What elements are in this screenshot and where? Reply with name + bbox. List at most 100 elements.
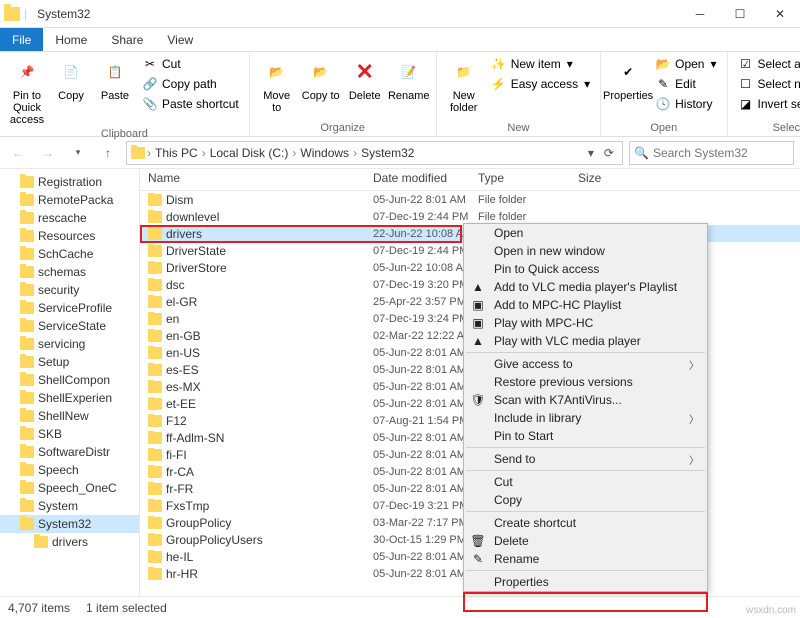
tree-item[interactable]: drivers	[0, 533, 139, 551]
context-item[interactable]: ▲Add to VLC media player's Playlist	[464, 278, 707, 296]
list-header[interactable]: Name Date modified Type Size	[140, 169, 800, 191]
back-button[interactable]: ←	[6, 141, 30, 165]
new-item-button[interactable]: ✨New item▾	[487, 54, 594, 74]
file-date: 05-Jun-22 8:01 AM	[365, 381, 470, 393]
rename-button[interactable]: 📝Rename	[388, 54, 430, 104]
tree-item[interactable]: ShellCompon	[0, 371, 139, 389]
paste-shortcut-button[interactable]: 📎Paste shortcut	[138, 94, 243, 114]
nav-tree[interactable]: RegistrationRemotePackarescache Resources…	[0, 169, 140, 596]
search-box[interactable]: 🔍	[629, 141, 794, 165]
select-none-button[interactable]: ☐Select none	[734, 74, 800, 94]
tree-item[interactable]: Speech	[0, 461, 139, 479]
tree-item[interactable]: servicing	[0, 335, 139, 353]
crumb[interactable]: This PC	[153, 146, 200, 160]
tab-file[interactable]: File	[0, 28, 43, 51]
tree-label: Resources	[38, 229, 95, 243]
close-button[interactable]: ✕	[760, 0, 800, 28]
context-item[interactable]: Send to〉	[464, 450, 707, 468]
context-item[interactable]: Cut	[464, 473, 707, 491]
context-item[interactable]: Restore previous versions	[464, 373, 707, 391]
tree-item[interactable]: SchCache	[0, 245, 139, 263]
tree-item[interactable]: security	[0, 281, 139, 299]
tree-item[interactable]: Setup	[0, 353, 139, 371]
context-item[interactable]: Create shortcut	[464, 514, 707, 532]
copy-path-button[interactable]: 🔗Copy path	[138, 74, 243, 94]
tab-home[interactable]: Home	[43, 28, 99, 51]
context-item[interactable]: ✎Rename	[464, 550, 707, 568]
refresh-button[interactable]: ▾ ⟳	[584, 146, 618, 160]
tree-item[interactable]: ShellExperien	[0, 389, 139, 407]
recent-button[interactable]: ▾	[66, 141, 90, 165]
tree-item[interactable]: System	[0, 497, 139, 515]
context-item[interactable]: 🛡Scan with K7AntiVirus...	[464, 391, 707, 409]
context-item[interactable]: Open in new window	[464, 242, 707, 260]
tree-item[interactable]: Speech_OneC	[0, 479, 139, 497]
context-item[interactable]: ▲Play with VLC media player	[464, 332, 707, 350]
crumb[interactable]: Windows	[298, 146, 351, 160]
up-button[interactable]: ↑	[96, 141, 120, 165]
pin-icon: 📌	[11, 56, 43, 88]
tree-item[interactable]: Registration	[0, 173, 139, 191]
delete-button[interactable]: ✕Delete	[344, 54, 386, 104]
minimize-button[interactable]: ─	[680, 0, 720, 28]
col-date[interactable]: Date modified	[365, 169, 470, 190]
easy-access-button[interactable]: ⚡Easy access▾	[487, 74, 594, 94]
history-button[interactable]: 🕓History	[651, 94, 720, 114]
context-item[interactable]: Pin to Quick access	[464, 260, 707, 278]
crumb[interactable]: Local Disk (C:)	[208, 146, 291, 160]
tree-item[interactable]: ServiceProfile	[0, 299, 139, 317]
properties-button[interactable]: ✔Properties	[607, 54, 649, 104]
folder-icon	[20, 446, 34, 458]
del-icon: 🗑	[470, 533, 486, 549]
cut-button[interactable]: ✂Cut	[138, 54, 243, 74]
file-row[interactable]: Dism05-Jun-22 8:01 AMFile folder	[140, 191, 800, 208]
open-button[interactable]: 📂Open▾	[651, 54, 720, 74]
tab-view[interactable]: View	[155, 28, 205, 51]
tree-item[interactable]: SoftwareDistr	[0, 443, 139, 461]
forward-button[interactable]: →	[36, 141, 60, 165]
history-icon: 🕓	[655, 96, 671, 112]
context-item[interactable]: 🗑Delete	[464, 532, 707, 550]
pin-button[interactable]: 📌 Pin to Quick access	[6, 54, 48, 128]
col-name[interactable]: Name	[140, 169, 365, 190]
move-to-button[interactable]: 📂Move to	[256, 54, 298, 116]
tree-item[interactable]: ShellNew	[0, 407, 139, 425]
search-input[interactable]	[653, 146, 789, 160]
address-bar[interactable]: › This PC› Local Disk (C:)› Windows› Sys…	[126, 141, 623, 165]
folder-icon	[148, 279, 162, 291]
edit-button[interactable]: ✎Edit	[651, 74, 720, 94]
context-item[interactable]: Copy	[464, 491, 707, 509]
copy-button[interactable]: 📄 Copy	[50, 54, 92, 104]
crumb[interactable]: System32	[359, 146, 416, 160]
copy-to-button[interactable]: 📂Copy to	[300, 54, 342, 104]
tree-item[interactable]: RemotePacka	[0, 191, 139, 209]
file-name: DriverState	[166, 244, 226, 258]
tree-label: drivers	[52, 535, 88, 549]
tree-item[interactable]: ServiceState	[0, 317, 139, 335]
context-item[interactable]: Include in library〉	[464, 409, 707, 427]
context-item[interactable]: Give access to〉	[464, 355, 707, 373]
context-item[interactable]: Pin to Start	[464, 427, 707, 445]
context-item[interactable]: Open	[464, 224, 707, 242]
tree-item[interactable]: Resources	[0, 227, 139, 245]
folder-icon	[148, 551, 162, 563]
tree-item[interactable]: rescache	[0, 209, 139, 227]
moveto-icon: 📂	[261, 56, 293, 88]
col-type[interactable]: Type	[470, 169, 570, 190]
file-name: he-IL	[166, 550, 193, 564]
invert-selection-button[interactable]: ◪Invert selection	[734, 94, 800, 114]
maximize-button[interactable]: ☐	[720, 0, 760, 28]
tree-item[interactable]: System32	[0, 515, 139, 533]
cut-icon: ✂	[142, 56, 158, 72]
tree-item[interactable]: SKB	[0, 425, 139, 443]
tab-share[interactable]: Share	[99, 28, 155, 51]
tree-item[interactable]: schemas	[0, 263, 139, 281]
context-item[interactable]: Properties	[464, 573, 707, 591]
col-size[interactable]: Size	[570, 169, 630, 190]
new-folder-button[interactable]: 📁New folder	[443, 54, 485, 116]
paste-button[interactable]: 📋 Paste	[94, 54, 136, 104]
select-all-button[interactable]: ☑Select all	[734, 54, 800, 74]
status-selected: 1 item selected	[86, 601, 167, 615]
context-item[interactable]: ▣Add to MPC-HC Playlist	[464, 296, 707, 314]
context-item[interactable]: ▣Play with MPC-HC	[464, 314, 707, 332]
